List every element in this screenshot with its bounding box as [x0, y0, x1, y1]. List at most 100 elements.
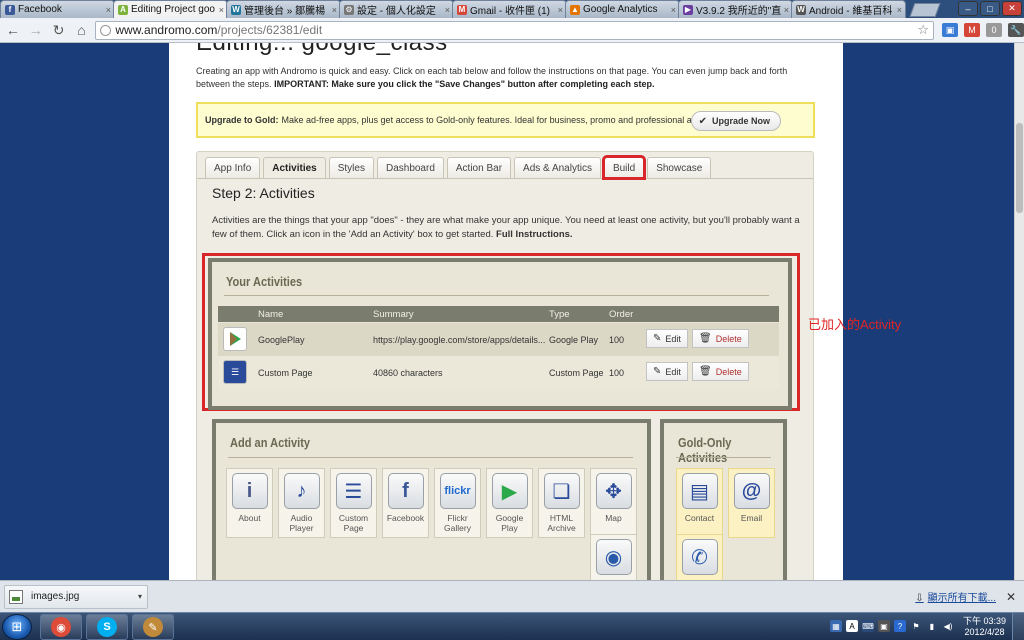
home-icon[interactable]: ⌂: [72, 20, 92, 40]
intro-text: Creating an app with Andromo is quick an…: [196, 65, 816, 91]
start-button[interactable]: ⊞: [2, 614, 32, 640]
full-instructions-link[interactable]: Full Instructions.: [496, 229, 573, 240]
activity-tile[interactable]: i About: [226, 468, 273, 538]
browser-tab-label: Google Analytics: [583, 4, 658, 15]
activity-tile[interactable]: ▤ Contact: [676, 468, 723, 538]
tab-action-bar[interactable]: Action Bar: [446, 157, 512, 178]
gmail-notifier-icon[interactable]: M: [963, 23, 980, 37]
activity-tile-label: Contact: [684, 513, 715, 523]
ime-icon[interactable]: A: [846, 620, 858, 632]
close-tab-icon[interactable]: ×: [219, 5, 224, 15]
bookmark-star-icon[interactable]: ☆: [917, 22, 929, 38]
close-tab-icon[interactable]: ×: [106, 5, 111, 15]
browser-tab[interactable]: M Gmail - 收件匣 (1) ×: [452, 0, 567, 18]
close-tab-icon[interactable]: ×: [558, 5, 563, 15]
clock-date: 2012/4/28: [964, 627, 1005, 637]
close-tab-icon[interactable]: ×: [671, 5, 676, 15]
step-title: Step 2: Activities: [212, 185, 315, 201]
download-filename: images.jpg: [31, 591, 80, 602]
browser-tab-label: Editing Project goo: [131, 4, 215, 15]
intro-important: IMPORTANT: Make sure you click the "Save…: [274, 79, 655, 89]
page-scrollbar[interactable]: [1014, 43, 1024, 580]
clock[interactable]: 下午 03:39 2012/4/28: [963, 616, 1006, 638]
back-arrow-icon[interactable]: ←: [3, 20, 23, 40]
show-desktop-button[interactable]: [1012, 613, 1024, 640]
power-icon[interactable]: ▮: [926, 620, 938, 632]
tab-build[interactable]: Build: [601, 155, 647, 180]
activity-tile[interactable]: ♪ Audio Player: [278, 468, 325, 538]
help-icon[interactable]: ?: [894, 620, 906, 632]
show-all-downloads-link[interactable]: ⇩ 顯示所有下載...: [915, 589, 996, 604]
info-icon: i: [231, 473, 268, 509]
scrollbar-thumb[interactable]: [1016, 123, 1023, 213]
tab-dashboard[interactable]: Dashboard: [376, 157, 444, 178]
tray-expand-icon[interactable]: ⚑: [910, 620, 922, 632]
activity-tile[interactable]: ❏ HTML Archive: [538, 468, 585, 538]
address-bar[interactable]: www.andromo.com/projects/62381/edit ☆: [95, 20, 934, 40]
close-tab-icon[interactable]: ×: [445, 5, 450, 15]
delete-button[interactable]: 🗑 Delete: [692, 362, 749, 381]
edit-button[interactable]: ✎ Edit: [646, 329, 688, 348]
activity-tile[interactable]: ▶ Google Play: [486, 468, 533, 538]
counter-icon[interactable]: 0: [985, 23, 1002, 37]
gold-only-activities-panel: Gold-Only Activities ▤ Contact @ Email ✆: [660, 419, 787, 580]
close-tab-icon[interactable]: ×: [332, 5, 337, 15]
tab-ads-analytics[interactable]: Ads & Analytics: [514, 157, 601, 178]
tab-app-info[interactable]: App Info: [205, 157, 261, 178]
delete-button[interactable]: 🗑 Delete: [692, 329, 749, 348]
taskbar-app[interactable]: S: [86, 614, 128, 640]
gold-label: Upgrade to Gold:: [205, 115, 279, 125]
download-item[interactable]: images.jpg ▾: [4, 584, 148, 609]
activity-tile[interactable]: flickr Flickr Gallery: [434, 468, 481, 538]
chrome-icon: ◉: [51, 617, 71, 637]
edit-button[interactable]: ✎ Edit: [646, 362, 688, 381]
activity-tile[interactable]: ✆: [676, 534, 723, 580]
activity-tile[interactable]: ☰ Custom Page: [330, 468, 377, 538]
keyboard-icon[interactable]: ⌨: [862, 620, 874, 632]
new-tab-button[interactable]: [909, 3, 941, 17]
activity-tile[interactable]: ◉: [590, 534, 637, 580]
close-window-icon[interactable]: ✕: [1002, 1, 1022, 16]
tab-activities[interactable]: Activities: [263, 157, 326, 178]
close-tab-icon[interactable]: ×: [784, 5, 789, 15]
cell-type: Google Play: [549, 335, 599, 345]
wrench-icon[interactable]: 🔧: [1007, 23, 1024, 37]
close-tab-icon[interactable]: ×: [897, 5, 902, 15]
close-shelf-icon[interactable]: ✕: [1006, 590, 1016, 604]
page-info-icon[interactable]: [100, 24, 112, 36]
volume-icon[interactable]: ◀): [942, 620, 954, 632]
url-text: www.andromo.com/projects/62381/edit: [115, 23, 322, 37]
activity-tile[interactable]: @ Email: [728, 468, 775, 538]
screen-capture-icon[interactable]: ▣: [941, 23, 958, 37]
taskbar-app[interactable]: ◉: [40, 614, 82, 640]
clock-time: 下午 03:39: [962, 616, 1006, 626]
activity-tile-label: Audio Player: [289, 513, 314, 533]
delete-label: Delete: [715, 366, 742, 377]
browser-tab[interactable]: W 管理後台 » 鄒騰楊 ×: [226, 0, 341, 18]
tab-styles[interactable]: Styles: [328, 157, 374, 178]
music-note-icon: ♪: [283, 473, 320, 509]
activity-tile[interactable]: f Facebook: [382, 468, 429, 538]
tab-showcase[interactable]: Showcase: [647, 157, 712, 178]
network-icon[interactable]: ▦: [830, 620, 842, 632]
browser-tab[interactable]: f Facebook ×: [0, 0, 115, 18]
upgrade-now-button[interactable]: ✔ Upgrade Now: [690, 111, 781, 131]
edit-label: Edit: [665, 333, 681, 344]
browser-tab[interactable]: ▲ Google Analytics ×: [565, 0, 680, 18]
activity-tile[interactable]: ✥ Map: [590, 468, 637, 538]
browser-tab[interactable]: A Editing Project goo ×: [113, 0, 228, 18]
browser-tab[interactable]: ⚙ 設定 - 個人化設定 ×: [339, 0, 454, 18]
flickr-icon: flickr: [439, 473, 476, 509]
page-viewport: Editing... google_class Creating an app …: [0, 43, 1014, 580]
dropdown-arrow-icon[interactable]: ▾: [138, 592, 142, 601]
browser-tab[interactable]: ▶V3.9.2 我所近的"直言×: [678, 0, 793, 18]
forward-arrow-icon[interactable]: →: [26, 20, 46, 40]
tray-app-icon[interactable]: ▣: [878, 620, 890, 632]
browser-tab-label: Gmail - 收件匣 (1): [470, 6, 550, 17]
browser-tab-label: Android - 維基百科: [809, 6, 893, 17]
taskbar-app[interactable]: ✎: [132, 614, 174, 640]
browser-tab[interactable]: W Android - 維基百科 ×: [791, 0, 906, 18]
reload-icon[interactable]: ↻: [49, 20, 69, 40]
minimize-icon[interactable]: –: [958, 1, 978, 16]
maximize-icon[interactable]: □: [980, 1, 1000, 16]
